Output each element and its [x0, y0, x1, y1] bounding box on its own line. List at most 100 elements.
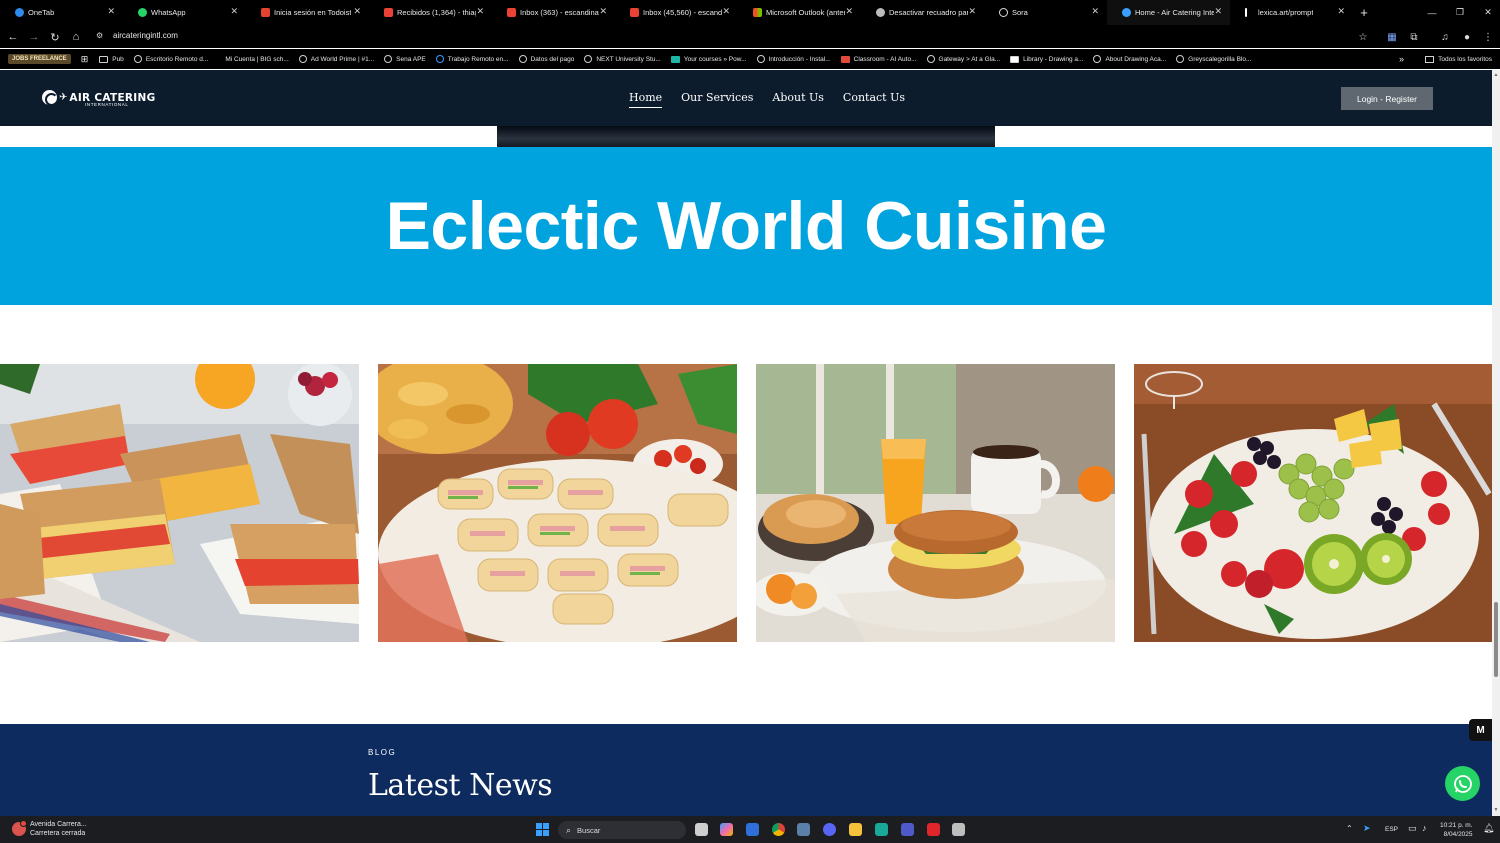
- close-tab-icon[interactable]: ✕: [722, 6, 730, 17]
- wraps-platter-photo: [378, 364, 737, 642]
- bookmark-item[interactable]: Trabajo Remoto en...: [431, 49, 514, 69]
- gmail-favicon-icon: [384, 8, 393, 17]
- minimize-icon[interactable]: —: [1418, 0, 1446, 25]
- bookmark-item[interactable]: Your courses » Pow...: [666, 49, 752, 69]
- browser-tab[interactable]: OneTab ✕: [0, 0, 123, 25]
- tray-chevron-icon[interactable]: ⌃: [1346, 824, 1353, 833]
- browser-tab[interactable]: WhatsApp ✕: [123, 0, 246, 25]
- globe-icon: [133, 55, 142, 63]
- notification-badge: [20, 820, 27, 827]
- browser-tab[interactable]: Inicia sesión en Todoist ✕: [246, 0, 369, 25]
- extension-icon[interactable]: ▦: [1384, 29, 1400, 45]
- bookmark-item[interactable]: About Drawing Aca...: [1088, 49, 1171, 69]
- browser-tab[interactable]: Sora ✕: [984, 0, 1107, 25]
- close-tab-icon[interactable]: ✕: [1214, 6, 1222, 17]
- close-tab-icon[interactable]: ✕: [107, 6, 115, 17]
- reload-icon[interactable]: ↻: [47, 29, 63, 45]
- whatsapp-chat-button[interactable]: [1445, 766, 1480, 801]
- home-icon[interactable]: ⌂: [68, 29, 84, 45]
- close-tab-icon[interactable]: ✕: [1091, 6, 1099, 17]
- taskbar-search[interactable]: ⌕ Buscar: [558, 821, 686, 839]
- scrollbar-thumb[interactable]: [1494, 602, 1498, 677]
- hero-image: [497, 126, 995, 147]
- bookmark-star-icon[interactable]: ☆: [1355, 29, 1371, 45]
- close-tab-icon[interactable]: ✕: [968, 6, 976, 17]
- task-view-icon[interactable]: [695, 823, 708, 836]
- teams-icon[interactable]: [901, 823, 914, 836]
- bookmark-item[interactable]: Pub: [94, 49, 129, 69]
- copilot-icon[interactable]: [720, 823, 733, 836]
- close-tab-icon[interactable]: ✕: [476, 6, 484, 17]
- nav-contact-us[interactable]: Contact Us: [843, 91, 905, 108]
- close-window-icon[interactable]: ✕: [1474, 0, 1500, 25]
- menu-kebab-icon[interactable]: ⋮: [1480, 29, 1496, 45]
- media-icon[interactable]: ♫: [1437, 29, 1453, 45]
- site-settings-icon[interactable]: ⚙: [96, 31, 103, 40]
- profile-avatar-icon[interactable]: ●: [1459, 29, 1475, 45]
- bookmark-item[interactable]: Escritorio Remoto d...: [129, 49, 214, 69]
- globe-icon: [926, 55, 935, 63]
- nav-our-services[interactable]: Our Services: [681, 91, 753, 108]
- more-bookmarks-icon[interactable]: »: [1399, 49, 1404, 69]
- bookmark-item[interactable]: Mi Cuenta | BIG sch...: [213, 49, 293, 69]
- browser-tab[interactable]: Inbox (363) - escandinavo ✕: [492, 0, 615, 25]
- close-tab-icon[interactable]: ✕: [845, 6, 853, 17]
- telegram-tray-icon[interactable]: ➤: [1363, 823, 1371, 834]
- traffic-widget[interactable]: Avenida Carrera... Carretera cerrada: [12, 820, 87, 838]
- bookmark-item[interactable]: NEXT University Stu...: [579, 49, 666, 69]
- browser-tab[interactable]: lexica.art/prompt ✕: [1230, 0, 1353, 25]
- close-tab-icon[interactable]: ✕: [1337, 6, 1345, 17]
- bookmark-item[interactable]: Greyscalegorilla Blo...: [1171, 49, 1256, 69]
- bookmark-item[interactable]: Library - Drawing a...: [1005, 49, 1088, 69]
- nav-home[interactable]: Home: [629, 91, 663, 108]
- calculator-icon[interactable]: [797, 823, 810, 836]
- browser-tab[interactable]: Recibidos (1,364) - thiago ✕: [369, 0, 492, 25]
- bookmark-item[interactable]: Datos del pago: [514, 49, 580, 69]
- language-indicator[interactable]: ESP: [1385, 826, 1398, 833]
- restore-icon[interactable]: ❐: [1446, 0, 1474, 25]
- file-explorer-icon[interactable]: [849, 823, 862, 836]
- start-button[interactable]: [536, 823, 549, 836]
- app-icon[interactable]: [746, 823, 759, 836]
- page-scrollbar[interactable]: ▲ ▼: [1492, 70, 1500, 816]
- new-tab-button[interactable]: +: [1353, 0, 1375, 25]
- store-icon[interactable]: [875, 823, 888, 836]
- browser-tab-active[interactable]: Home - Air Catering Inter ✕: [1107, 0, 1230, 25]
- bookmark-item[interactable]: Introducción - Instal...: [752, 49, 836, 69]
- screen: OneTab ✕ WhatsApp ✕ Inicia sesión en Todoi…: [0, 0, 1500, 843]
- volume-icon[interactable]: ♪: [1422, 823, 1427, 833]
- scroll-up-icon[interactable]: ▲: [1493, 72, 1499, 78]
- extensions-puzzle-icon[interactable]: ⧉: [1406, 29, 1422, 45]
- back-arrow-icon[interactable]: ←: [5, 29, 21, 45]
- system-clock[interactable]: 10:21 p. m. 8/04/2025: [1440, 821, 1473, 839]
- browser-tab[interactable]: Inbox (45,560) - escandin ✕: [615, 0, 738, 25]
- all-bookmarks-folder[interactable]: Todos los favoritos: [1425, 49, 1492, 69]
- login-register-button[interactable]: Login - Register: [1341, 87, 1433, 110]
- app-icon[interactable]: [952, 823, 965, 836]
- scroll-down-icon[interactable]: ▼: [1493, 807, 1499, 813]
- gmail-favicon-icon: [507, 8, 516, 17]
- browser-tab[interactable]: Microsoft Outlook (anteri ✕: [738, 0, 861, 25]
- forward-arrow-icon[interactable]: →: [26, 29, 42, 45]
- close-tab-icon[interactable]: ✕: [353, 6, 361, 17]
- notifications-icon[interactable]: 🔔︎: [1483, 823, 1494, 834]
- bookmark-item[interactable]: Sena APE: [379, 49, 431, 69]
- apps-grid-icon[interactable]: ⊞: [81, 54, 89, 65]
- discord-icon[interactable]: [823, 823, 836, 836]
- close-tab-icon[interactable]: ✕: [230, 6, 238, 17]
- microsoft-favicon-icon: [753, 8, 762, 17]
- bookmark-item[interactable]: Classroom - AI Auto...: [836, 49, 922, 69]
- network-icon[interactable]: ▭: [1408, 823, 1417, 834]
- nav-about-us[interactable]: About Us: [772, 91, 824, 108]
- close-tab-icon[interactable]: ✕: [599, 6, 607, 17]
- bookmark-item[interactable]: Ad World Prime | #1...: [294, 49, 379, 69]
- floating-widget-icon[interactable]: M: [1469, 719, 1492, 741]
- chrome-icon[interactable]: [772, 823, 785, 836]
- bookmark-jobs-freelance[interactable]: JOBS FREELANCE: [8, 54, 71, 64]
- acrobat-icon[interactable]: [927, 823, 940, 836]
- bookmark-item[interactable]: Gateway > At a Gla...: [922, 49, 1006, 69]
- browser-tab[interactable]: Desactivar recuadro parti ✕: [861, 0, 984, 25]
- address-bar[interactable]: aircateringintl.com: [113, 31, 178, 40]
- browser-tab-strip: OneTab ✕ WhatsApp ✕ Inicia sesión en Todoi…: [0, 0, 1500, 25]
- hero-banner: Eclectic World Cuisine: [0, 147, 1492, 305]
